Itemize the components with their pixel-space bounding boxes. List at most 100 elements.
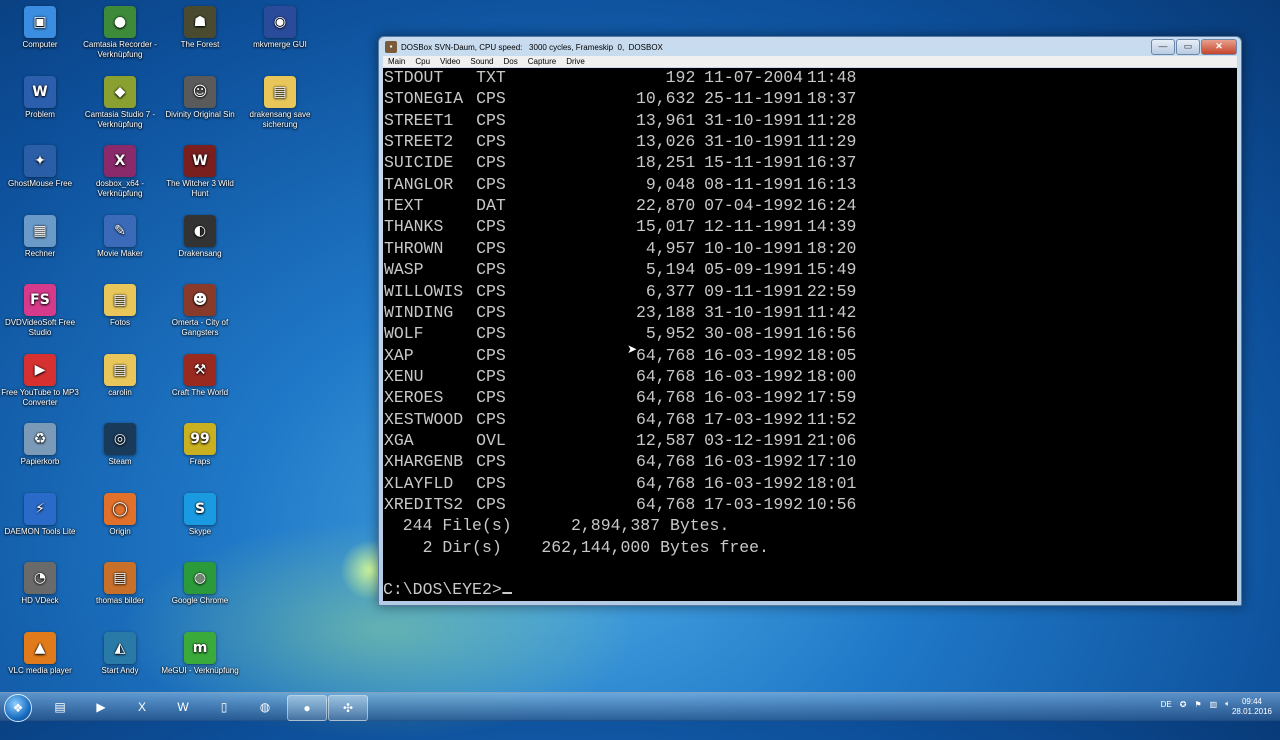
tray-app-icon[interactable]: ✪ [1180, 700, 1187, 709]
word-icon[interactable]: W [164, 695, 202, 719]
file-time: 17:10 [806, 453, 857, 473]
desktop-shortcut[interactable]: ♻ Papierkorb [0, 423, 80, 467]
file-size: 13,026 [635, 133, 696, 153]
taskbar-clock[interactable]: 09:44 28.01.2016 [1232, 697, 1272, 717]
dosbox-icon[interactable]: ✣ [328, 695, 368, 721]
file-name: XENU [383, 367, 424, 387]
language-indicator[interactable]: DE [1161, 700, 1172, 709]
menu-video[interactable]: Video [435, 57, 465, 66]
file-extension: CPS [476, 496, 506, 515]
desktop-shortcut[interactable]: ✦ GhostMouse Free [0, 145, 80, 189]
desktop-shortcut-label: DAEMON Tools Lite [4, 526, 76, 536]
file-size: 6,377 [645, 282, 696, 302]
desktop-shortcut[interactable]: ☻ Omerta - City of Gangsters [160, 284, 240, 338]
windows-start-icon[interactable]: ❖ [4, 694, 32, 722]
desktop-shortcut[interactable]: 99 Fraps [160, 423, 240, 467]
chrome-icon[interactable]: ◍ [246, 695, 284, 719]
window-titlebar[interactable]: ▪ DOSBox SVN-Daum, CPU speed: 3000 cycle… [379, 37, 1241, 57]
media-player-icon[interactable]: ▶ [82, 695, 120, 719]
notepad-icon[interactable]: ▯ [205, 695, 243, 719]
desktop-shortcut[interactable]: ▤ thomas bilder [80, 562, 160, 606]
desktop-shortcut[interactable]: ▦ Rechner [0, 214, 80, 259]
file-name: XAP [383, 346, 414, 366]
desktop-shortcut[interactable]: ◍ Google Chrome [160, 562, 240, 606]
maximize-button[interactable]: ▭ [1176, 39, 1200, 55]
file-name: WILLOWIS [383, 282, 464, 302]
minimize-button[interactable]: — [1151, 39, 1175, 55]
desktop-shortcut-label: Divinity Original Sin [165, 109, 235, 119]
desktop-shortcut[interactable]: ▲ VLC media player [0, 631, 80, 676]
desktop-shortcut-label: thomas bilder [95, 596, 145, 605]
directory-listing-row: WINDING CPS 23,188 31-10-1991 11:42 [383, 303, 965, 324]
desktop-shortcut[interactable]: ☺ Divinity Original Sin [160, 75, 240, 120]
desktop-shortcut-label: The Forest [180, 40, 220, 49]
summary-files: 244 File(s) 2,894,387 Bytes. [383, 517, 730, 537]
mkvmerge-icon: ◉ [264, 6, 296, 38]
file-size: 23,188 [635, 303, 696, 323]
menu-dos[interactable]: Dos [499, 57, 523, 66]
file-name: TANGLOR [383, 175, 454, 195]
desktop-shortcut[interactable]: ◆ Camtasia Studio 7 - Verknüpfung [80, 75, 160, 130]
file-name: THROWN [383, 239, 444, 259]
desktop-shortcut[interactable]: FS DVDVideoSoft Free Studio [0, 284, 80, 338]
desktop-shortcut-label: Drakensang [178, 248, 222, 258]
desktop-shortcut[interactable]: Xdosbox_x64 - Verknüpfung [80, 145, 160, 199]
file-date: 16-03-1992 [704, 474, 804, 494]
excel-icon[interactable]: X [123, 695, 161, 719]
tray-network-icon[interactable]: ▥ [1210, 700, 1218, 709]
desktop-shortcut[interactable]: W Problem [0, 75, 80, 120]
file-time: 11:28 [806, 111, 857, 131]
file-size: 5,194 [645, 261, 696, 281]
desktop-shortcut[interactable]: ▤ carolin [80, 353, 160, 398]
explorer-icon[interactable]: ▤ [41, 695, 79, 719]
dosbox-app-icon: ▪ [385, 41, 397, 53]
menu-drive[interactable]: Drive [561, 57, 590, 66]
camtasia-icon[interactable]: ● [287, 695, 327, 721]
command-prompt[interactable]: C:\DOS\EYE2> [383, 580, 513, 601]
desktop-shortcut[interactable]: ▣ Computer [0, 6, 80, 50]
file-time: 14:39 [806, 218, 857, 238]
desktop-shortcut[interactable]: ▤ drakensang save sicherung [240, 75, 320, 130]
desktop-shortcut[interactable]: ▶ Free YouTube to MP3 Converter [0, 353, 80, 408]
menu-sound[interactable]: Sound [465, 57, 498, 66]
menu-capture[interactable]: Capture [523, 57, 561, 66]
desktop-shortcut[interactable]: ✎ Movie Maker [80, 214, 160, 259]
system-tray: DE ✪ ⚑ ▥ 🔈︎ [1153, 699, 1230, 709]
desktop-shortcut[interactable]: ● Camtasia Recorder - Verknüpfung [80, 6, 160, 60]
desktop-shortcut[interactable]: ◭ Start Andy [80, 631, 160, 676]
directory-listing-row: XGA OVL 12,587 03-12-1991 21:06 [383, 431, 965, 452]
desktop-shortcut[interactable]: ◎ Steam [80, 423, 160, 467]
file-extension: CPS [476, 410, 506, 430]
desktop-shortcut[interactable]: m MeGUI - Verknüpfung [160, 631, 240, 676]
directory-listing-row: THROWN CPS 4,957 10-10-1991 18:20 [383, 239, 965, 260]
menu-main[interactable]: Main [383, 57, 410, 66]
directory-listing-row: TANGLOR CPS 9,048 08-11-1991 16:13 [383, 175, 965, 196]
dosbox-window[interactable]: ▪ DOSBox SVN-Daum, CPU speed: 3000 cycle… [378, 36, 1242, 606]
menu-cpu[interactable]: Cpu [410, 57, 435, 66]
craft-the-world-icon: ⚒ [184, 353, 216, 386]
desktop-shortcut[interactable]: W The Witcher 3 Wild Hunt [160, 145, 240, 199]
desktop-shortcut-label: Google Chrome [171, 596, 229, 605]
file-time: 18:01 [806, 474, 857, 494]
desktop-shortcut[interactable]: ◔ HD VDeck [0, 562, 80, 606]
desktop-shortcut[interactable]: ◐ Drakensang [160, 214, 240, 259]
desktop-shortcut[interactable]: ◉ mkvmerge GUI [240, 6, 320, 50]
tray-flag-icon[interactable]: ⚑ [1194, 700, 1201, 709]
desktop-shortcut[interactable]: ⚒ Craft The World [160, 353, 240, 398]
file-name: WINDING [383, 303, 454, 323]
file-date: 07-04-1992 [704, 197, 804, 217]
file-extension: CPS [476, 261, 506, 281]
close-button[interactable]: ✕ [1201, 39, 1237, 55]
desktop-shortcut[interactable]: ⚡ DAEMON Tools Lite [0, 492, 80, 537]
file-name: SUICIDE [383, 154, 454, 174]
file-name: WOLF [383, 325, 424, 345]
desktop-shortcut[interactable]: ▤ Fotos [80, 284, 160, 328]
dos-console[interactable]: STDOUT TXT 192 11-07-2004 11:48 STONEGIA CPS 10… [383, 68, 1237, 601]
desktop-shortcut[interactable]: S Skype [160, 492, 240, 537]
file-time: 16:13 [806, 175, 857, 195]
desktop-shortcut[interactable]: ☗ The Forest [160, 6, 240, 50]
file-date: 17-03-1992 [704, 410, 804, 430]
desktop-shortcut[interactable]: ◯ Origin [80, 492, 160, 537]
dosbox-icon: X [104, 145, 136, 177]
tray-volume-icon[interactable]: 🔈︎ [1225, 699, 1230, 709]
